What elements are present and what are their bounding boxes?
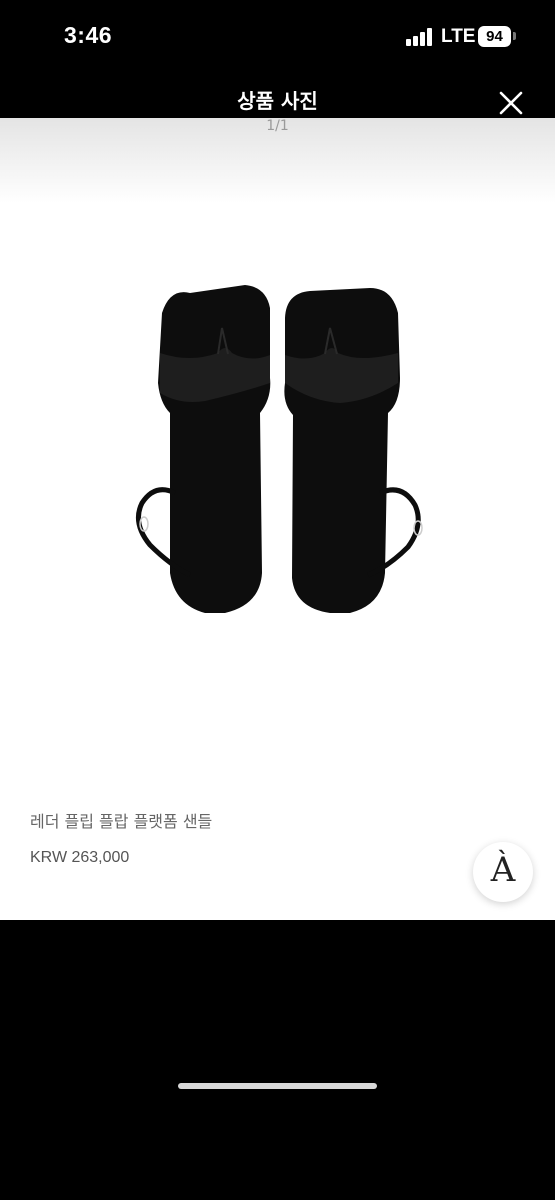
brand-floating-button[interactable]: À (473, 842, 533, 902)
network-label: LTE (441, 26, 476, 47)
signal-icon (406, 28, 434, 46)
product-name: 레더 플립 플랍 플랫폼 샌들 (30, 812, 213, 831)
left-sandal (135, 285, 271, 613)
product-image (135, 285, 423, 613)
viewer-title: 상품 사진 (237, 89, 318, 113)
status-bar: 3:46 LTE 94 (0, 0, 555, 75)
viewer-header: 상품 사진 (0, 75, 555, 118)
battery-icon: 94 (478, 26, 511, 47)
right-sandal (284, 288, 423, 613)
status-time: 3:46 (64, 22, 113, 48)
product-photo-panel[interactable]: 레더 플립 플랍 플랫폼 샌들 KRW 263,000 À (0, 118, 555, 920)
close-icon (499, 91, 523, 115)
image-counter: 1/1 (266, 118, 289, 134)
close-button[interactable] (494, 86, 528, 120)
product-price: KRW 263,000 (30, 849, 130, 866)
brand-logo-letter: À (490, 850, 516, 890)
battery-tip (513, 32, 516, 40)
home-indicator[interactable] (178, 1083, 377, 1089)
